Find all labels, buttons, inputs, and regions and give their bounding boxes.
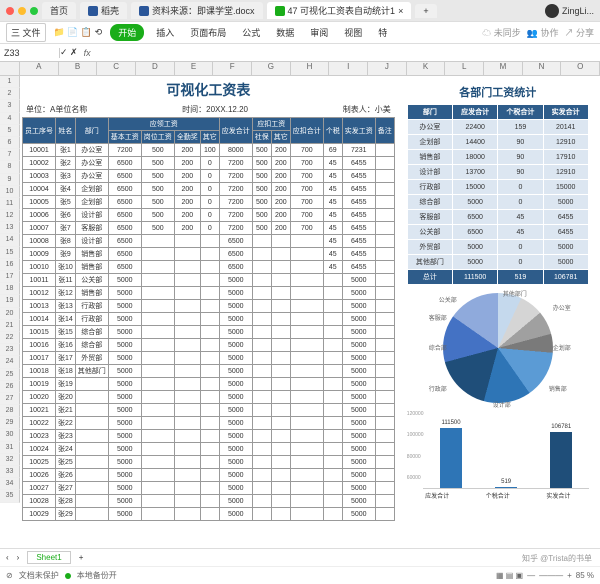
menu-special[interactable]: 特 bbox=[374, 24, 391, 41]
table-row[interactable]: 10011张11公关部500050005000 bbox=[23, 274, 395, 287]
salary-table[interactable]: 员工序号姓名部门 应领工资应发合计 应扣工资应扣合计 个税实发工资备注 基本工资… bbox=[22, 117, 395, 521]
zoom-controls[interactable]: ▦ ▤ ▣ ————+ 85 % bbox=[496, 571, 594, 580]
table-row[interactable]: 10003张3办公室650050020007200500200700456455 bbox=[23, 170, 395, 183]
table-row[interactable]: 10029张29500050005000 bbox=[23, 508, 395, 521]
window-controls bbox=[6, 7, 38, 15]
table-row[interactable]: 10024张24500050005000 bbox=[23, 443, 395, 456]
menubar: 三 文件 📁 📄 📋 ⟲ 开始 插入 页面布局 公式 数据 审阅 视图 特 ☁ … bbox=[0, 22, 600, 44]
menu-file[interactable]: 三 文件 bbox=[6, 23, 46, 42]
dept-row[interactable]: 客服部6500456455 bbox=[407, 210, 588, 225]
table-row[interactable]: 10007张7客服部650050020007200500200700456455 bbox=[23, 222, 395, 235]
table-row[interactable]: 10006张6设计部650050020007200500200700456455 bbox=[23, 209, 395, 222]
add-sheet[interactable]: + bbox=[79, 553, 84, 562]
table-row[interactable]: 10001张1办公室720050020010080005002007006972… bbox=[23, 144, 395, 157]
titlebar: 首页 稻壳 资料来源：即课学堂.docx 47 可视化工资表自动统计1 × + … bbox=[0, 0, 600, 22]
dept-row[interactable]: 行政部15000015000 bbox=[407, 180, 588, 195]
table-row[interactable]: 10020张20500050005000 bbox=[23, 391, 395, 404]
avatar bbox=[545, 4, 559, 18]
fx-label: fx bbox=[78, 48, 97, 58]
cell-ref[interactable]: Z33 bbox=[0, 48, 60, 58]
table-row[interactable]: 10002张2办公室650050020007200500200700456455 bbox=[23, 157, 395, 170]
dept-row[interactable]: 其他部门500005000 bbox=[407, 255, 588, 270]
menu-view[interactable]: 视图 bbox=[340, 24, 366, 41]
table-row[interactable]: 10004张4企划部650050020007200500200700456455 bbox=[23, 183, 395, 196]
table-row[interactable]: 10022张22500050005000 bbox=[23, 417, 395, 430]
table-row[interactable]: 10005张5企划部650050020007200500200700456455 bbox=[23, 196, 395, 209]
row-headers: 1234567891011121314151617181920212223242… bbox=[0, 76, 20, 523]
toolbar-icons[interactable]: 📁 📄 📋 ⟲ bbox=[54, 27, 103, 38]
table-row[interactable]: 10025张25500050005000 bbox=[23, 456, 395, 469]
dept-row[interactable]: 公关部6500456455 bbox=[407, 225, 588, 240]
dept-row[interactable]: 办公室2240015920141 bbox=[407, 120, 588, 135]
table-row[interactable]: 10027张27500050005000 bbox=[23, 482, 395, 495]
info-row: 单位：A单位名称时间：20XX.12.20制表人：小美 bbox=[22, 102, 395, 117]
menu-start[interactable]: 开始 bbox=[110, 24, 144, 41]
tab-daoke[interactable]: 稻壳 bbox=[80, 2, 127, 19]
menu-insert[interactable]: 插入 bbox=[152, 24, 178, 41]
table-row[interactable]: 10018张18其他部门500050005000 bbox=[23, 365, 395, 378]
share-btn[interactable]: ↗ 分享 bbox=[564, 26, 594, 39]
bar-chart: 1200001000008000060000 111500 519 106781 bbox=[407, 411, 589, 489]
bottom-bar: ‹ › Sheet1 + bbox=[0, 548, 600, 566]
table-row[interactable]: 10012张12销售部500050005000 bbox=[23, 287, 395, 300]
menu-data[interactable]: 数据 bbox=[272, 24, 298, 41]
table-row[interactable]: 10014张14行政部500050005000 bbox=[23, 313, 395, 326]
tab-doc[interactable]: 资料来源：即课学堂.docx bbox=[131, 2, 263, 19]
dept-row[interactable]: 企划部144009012910 bbox=[407, 135, 588, 150]
sheet-icon bbox=[275, 6, 285, 16]
sync-status[interactable]: ☁ 未同步 bbox=[482, 26, 521, 39]
min-dot[interactable] bbox=[18, 7, 26, 15]
collab-btn[interactable]: 👥 协作 bbox=[527, 26, 559, 39]
table-row[interactable]: 10017张17外贸部500050005000 bbox=[23, 352, 395, 365]
view-icons[interactable]: ▦ ▤ ▣ bbox=[496, 571, 523, 580]
grid-content[interactable]: ABCDEFGHIJKLMNO 123456789101112131415161… bbox=[0, 62, 600, 548]
menu-review[interactable]: 审阅 bbox=[306, 24, 332, 41]
user-area[interactable]: ZingLi... bbox=[545, 4, 594, 18]
tab-home[interactable]: 首页 bbox=[42, 2, 76, 19]
dept-row[interactable]: 销售部180009017910 bbox=[407, 150, 588, 165]
dept-row[interactable]: 外贸部500005000 bbox=[407, 240, 588, 255]
menu-layout[interactable]: 页面布局 bbox=[186, 24, 230, 41]
table-row[interactable]: 10015张15综合部500050005000 bbox=[23, 326, 395, 339]
table-row[interactable]: 10016张16综合部500050005000 bbox=[23, 339, 395, 352]
source-link: 知乎 @Trista的书单 bbox=[522, 553, 592, 564]
table-row[interactable]: 10026张26500050005000 bbox=[23, 469, 395, 482]
table-row[interactable]: 10009张9销售部65006500456455 bbox=[23, 248, 395, 261]
daoke-icon bbox=[88, 6, 98, 16]
dept-row[interactable]: 综合部500005000 bbox=[407, 195, 588, 210]
col-headers: ABCDEFGHIJKLMNO bbox=[0, 62, 600, 76]
close-dot[interactable] bbox=[6, 7, 14, 15]
tab-plus[interactable]: + bbox=[415, 4, 436, 18]
word-icon bbox=[139, 6, 149, 16]
table-row[interactable]: 10010张10销售部65006500456455 bbox=[23, 261, 395, 274]
dept-total: 总计111500519106781 bbox=[407, 270, 588, 285]
fx-icon[interactable]: ✓ ✗ bbox=[60, 47, 78, 58]
table-row[interactable]: 10008张8设计部65006500456455 bbox=[23, 235, 395, 248]
max-dot[interactable] bbox=[30, 7, 38, 15]
table-row[interactable]: 10013张13行政部500050005000 bbox=[23, 300, 395, 313]
table-row[interactable]: 10023张23500050005000 bbox=[23, 430, 395, 443]
tab-active[interactable]: 47 可视化工资表自动统计1 × bbox=[267, 2, 412, 19]
dept-row[interactable]: 设计部137009012910 bbox=[407, 165, 588, 180]
sheet-tab[interactable]: Sheet1 bbox=[27, 551, 70, 564]
formula-bar: Z33 ✓ ✗ fx bbox=[0, 44, 600, 62]
sheet-prev[interactable]: ‹ bbox=[6, 553, 9, 562]
page-title: 可视化工资表 bbox=[22, 78, 395, 102]
menu-formula[interactable]: 公式 bbox=[238, 24, 264, 41]
pie-chart: 其他部门 办公室 企划部 销售部 设计部 行政部 综合部 客服部 公关部 bbox=[443, 293, 553, 403]
table-row[interactable]: 10028张28500050005000 bbox=[23, 495, 395, 508]
formula-input[interactable] bbox=[97, 48, 600, 58]
sheet-next[interactable]: › bbox=[17, 553, 20, 562]
table-row[interactable]: 10019张19500050005000 bbox=[23, 378, 395, 391]
side-title: 各部门工资统计 bbox=[407, 80, 589, 104]
table-row[interactable]: 10021张21500050005000 bbox=[23, 404, 395, 417]
dept-table[interactable]: 部门应发合计个税合计实发合计 办公室2240015920141企划部144009… bbox=[407, 104, 589, 285]
close-tab-icon[interactable]: × bbox=[398, 6, 403, 16]
